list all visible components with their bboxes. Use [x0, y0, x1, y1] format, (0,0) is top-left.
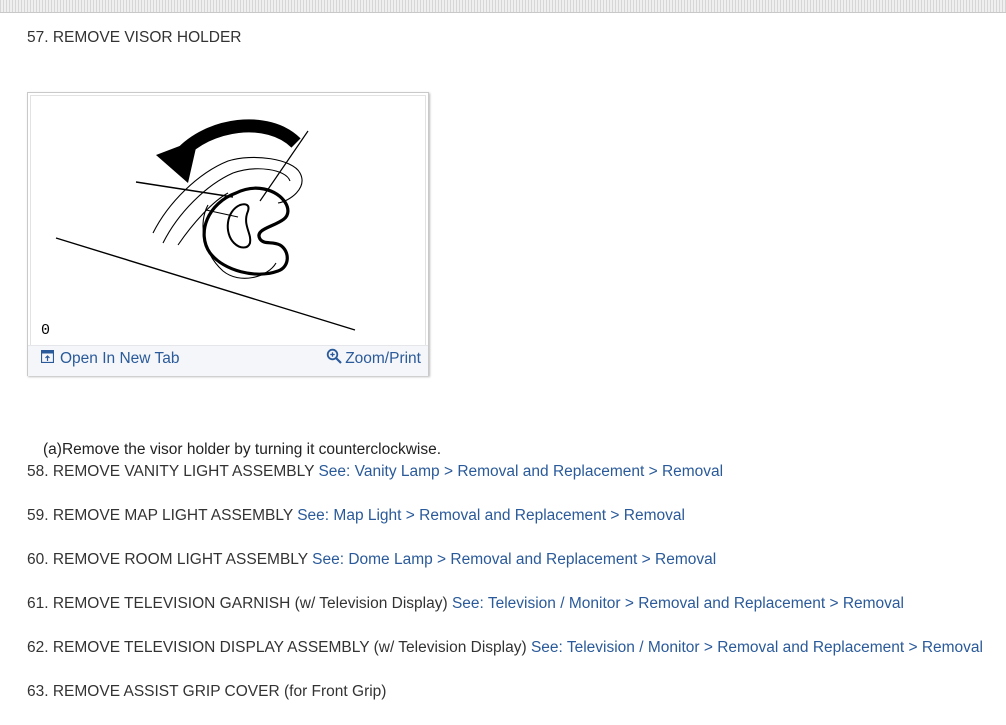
step-59-link[interactable]: See: Map Light > Removal and Replacement… [297, 507, 685, 524]
step-61: 61. REMOVE TELEVISION GARNISH (w/ Televi… [27, 594, 904, 614]
step-62-link[interactable]: See: Television / Monitor > Removal and … [531, 639, 983, 656]
step-63-heading: 63. REMOVE ASSIST GRIP COVER (for Front … [27, 683, 387, 700]
top-header-band [0, 0, 1006, 13]
open-new-tab-icon [40, 349, 55, 368]
magnifier-icon [326, 348, 342, 369]
open-in-new-tab-label: Open In New Tab [60, 350, 180, 367]
step-63: 63. REMOVE ASSIST GRIP COVER (for Front … [27, 682, 386, 702]
step-59-heading: 59. REMOVE MAP LIGHT ASSEMBLY [27, 507, 293, 524]
step-61-heading: 61. REMOVE TELEVISION GARNISH (w/ Televi… [27, 595, 448, 612]
step-58-link[interactable]: See: Vanity Lamp > Removal and Replaceme… [318, 463, 723, 480]
step-58: 58. REMOVE VANITY LIGHT ASSEMBLY See: Va… [27, 462, 723, 482]
step-60-link[interactable]: See: Dome Lamp > Removal and Replacement… [312, 551, 716, 568]
open-in-new-tab-link[interactable]: Open In New Tab [40, 349, 180, 368]
zoom-print-label: Zoom/Print [345, 349, 421, 367]
figure-actions-bar: Open In New Tab Zoom/Print [28, 345, 428, 376]
step-57-heading: 57. REMOVE VISOR HOLDER [27, 29, 242, 46]
step-62-heading: 62. REMOVE TELEVISION DISPLAY ASSEMBLY (… [27, 639, 527, 656]
figure-code-label: 0 [41, 322, 51, 339]
step-61-link[interactable]: See: Television / Monitor > Removal and … [452, 595, 904, 612]
zoom-print-link[interactable]: Zoom/Print [326, 348, 421, 369]
visor-holder-illustration [55, 119, 356, 331]
step-62: 62. REMOVE TELEVISION DISPLAY ASSEMBLY (… [27, 638, 983, 658]
step-60-heading: 60. REMOVE ROOM LIGHT ASSEMBLY [27, 551, 308, 568]
step-60: 60. REMOVE ROOM LIGHT ASSEMBLY See: Dome… [27, 550, 716, 570]
step-58-heading: 58. REMOVE VANITY LIGHT ASSEMBLY [27, 463, 315, 480]
step-57-instruction: (a)Remove the visor holder by turning it… [43, 441, 442, 458]
step-59: 59. REMOVE MAP LIGHT ASSEMBLY See: Map L… [27, 506, 685, 526]
visor-holder-figure: 0 Open In New Tab Zoom/Print [27, 92, 429, 376]
